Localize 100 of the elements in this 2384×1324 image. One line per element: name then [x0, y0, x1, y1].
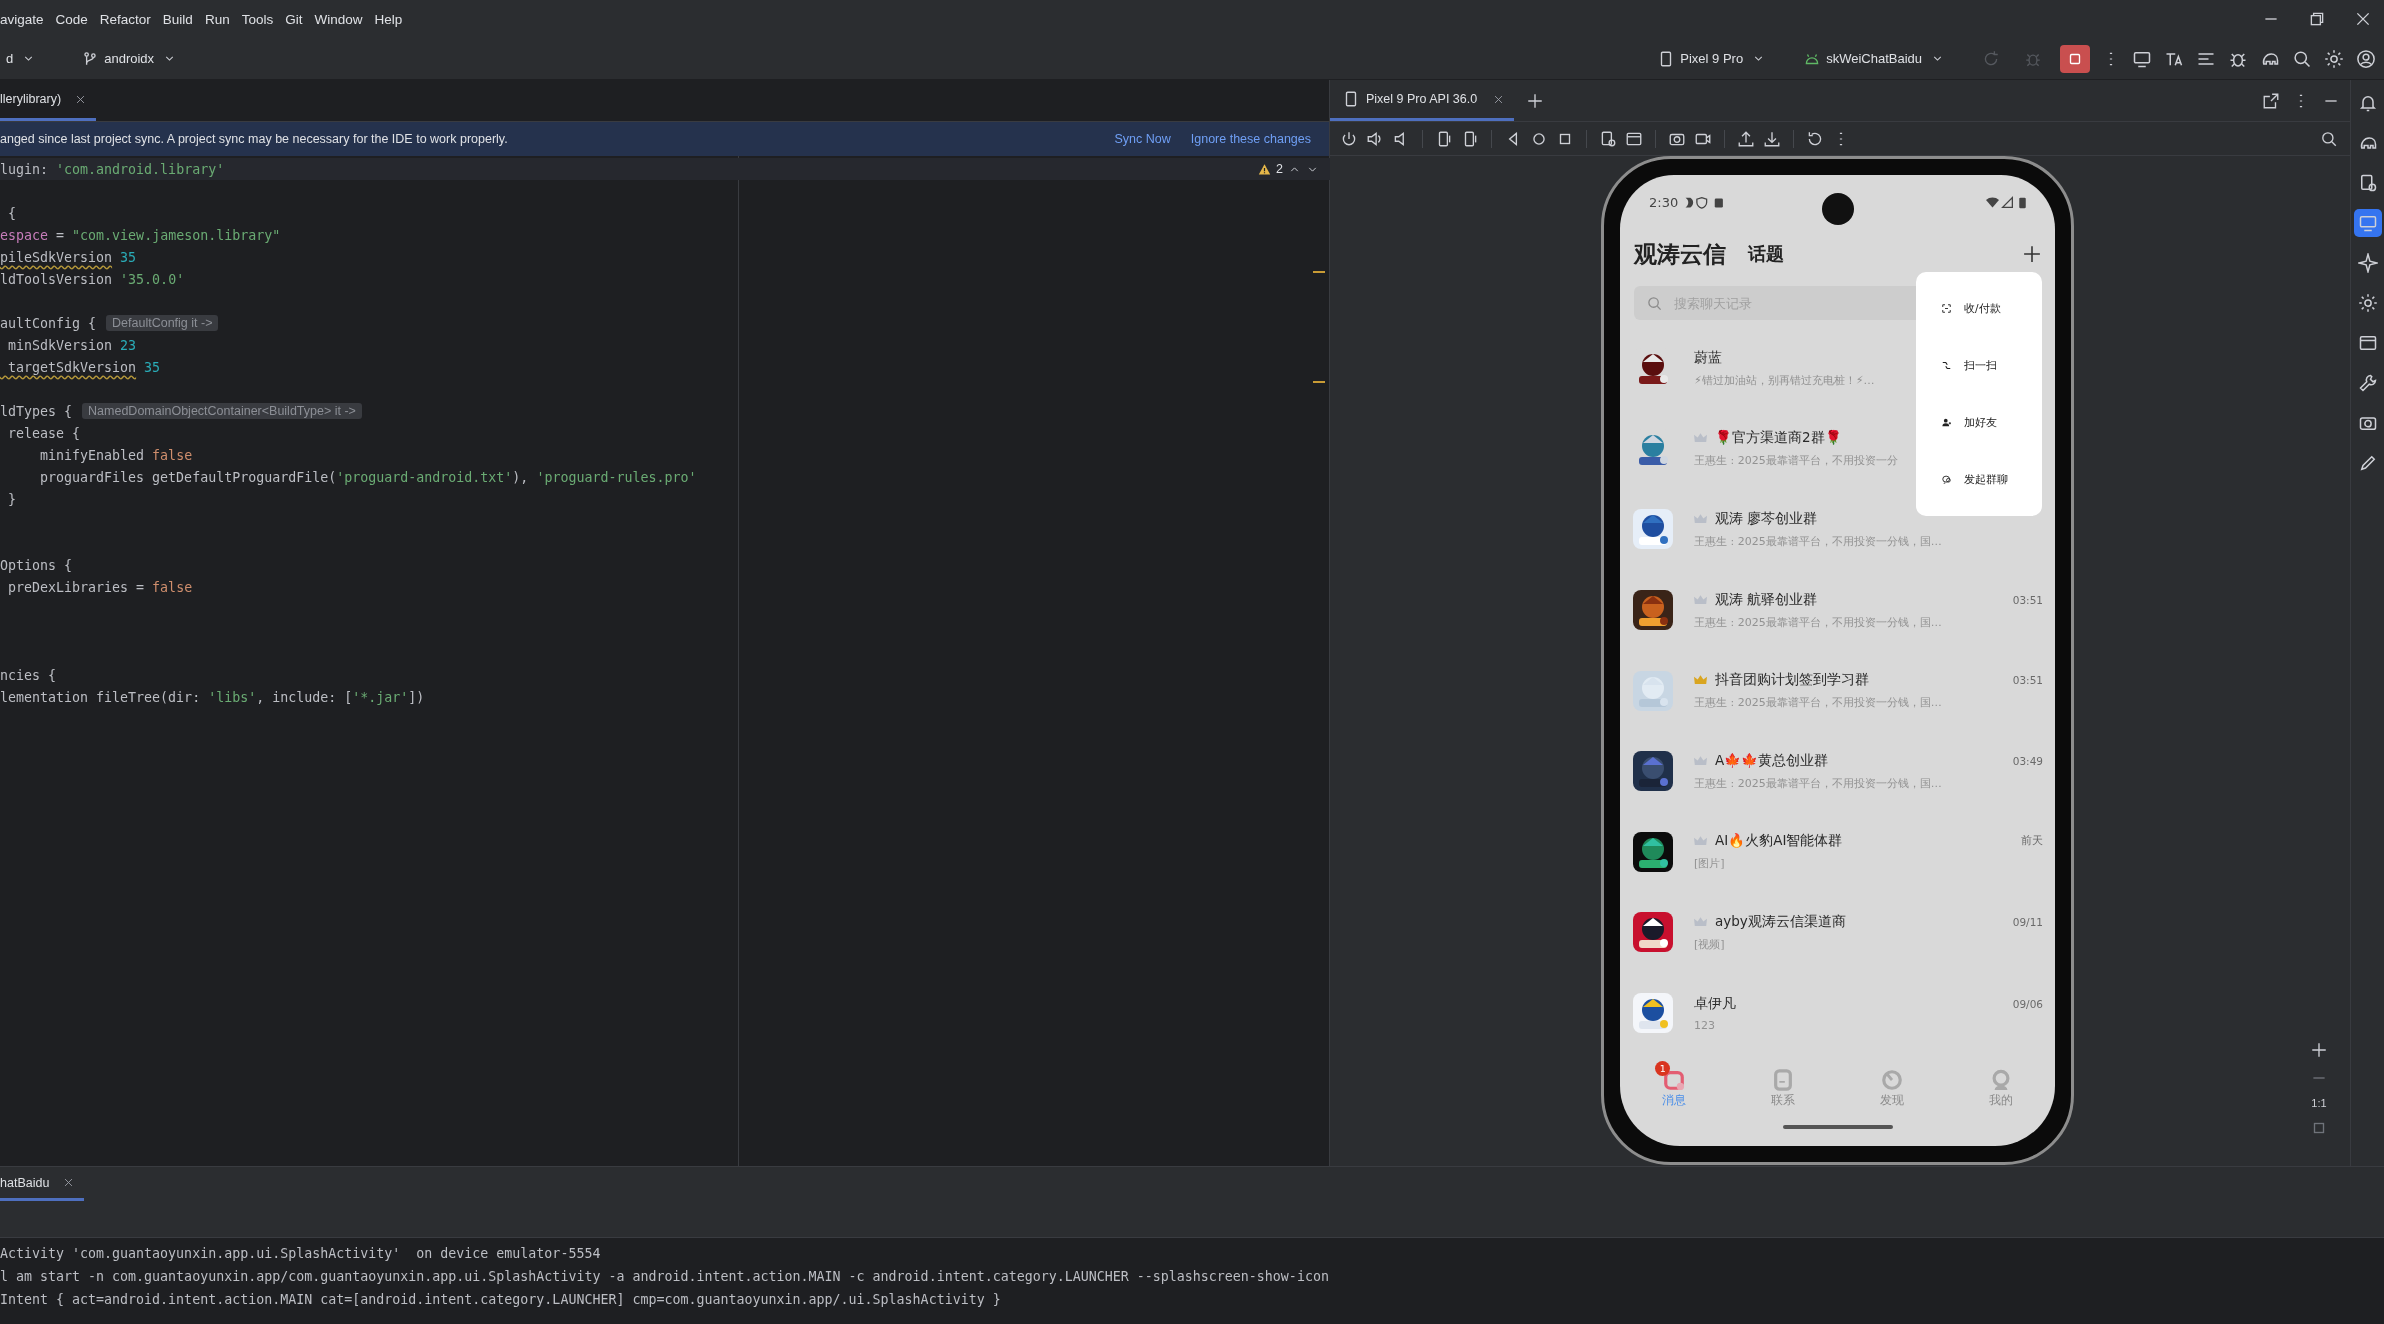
- menu-item[interactable]: Help: [368, 11, 409, 27]
- project-dropdown[interactable]: d: [0, 47, 42, 70]
- message-preview: [图片]: [1694, 856, 1726, 872]
- chat-name: A🍁🍁黄总创业群: [1715, 751, 1829, 770]
- settings-icon[interactable]: [2324, 48, 2344, 69]
- code-line: {: [7, 205, 16, 221]
- restore-icon[interactable]: [2308, 10, 2326, 28]
- inlay-hint: NamedDomainObjectContainer<BuildType> it ->: [82, 403, 362, 419]
- panel-icon: [2357, 333, 2378, 353]
- chat-name: 蔚蓝: [1694, 348, 1722, 367]
- contacts-icon: [1772, 1069, 1795, 1092]
- wrench-icon: [2357, 373, 2378, 393]
- warning-marker[interactable]: [1313, 381, 1325, 383]
- code-line: lementation fileTree(dir: 'libs', include: ['*.jar']): [0, 689, 425, 705]
- menu-item[interactable]: avigate: [0, 11, 50, 27]
- message-preview: 123: [1694, 1018, 1716, 1032]
- chat-name: AI🔥火豹AI智能体群: [1715, 832, 1843, 851]
- stop-button[interactable]: [2060, 44, 2090, 73]
- menu-label: 扫一扫: [1964, 358, 1997, 373]
- battery-icon: [2016, 195, 2029, 209]
- power-icon[interactable]: [1340, 129, 1358, 148]
- warning-marker[interactable]: [1313, 271, 1325, 273]
- code-line: ncies {: [0, 667, 57, 683]
- code-line: lugin: 'com.android.library': [0, 161, 225, 177]
- rerun-icon: [1982, 49, 2000, 68]
- topics-tab[interactable]: 话题: [1748, 242, 1784, 266]
- close-icon[interactable]: [1493, 93, 1505, 105]
- add-friend-icon: [1942, 418, 1951, 427]
- undo-icon[interactable]: [1806, 129, 1824, 148]
- inlay-hint: DefaultConfig it ->: [106, 315, 219, 331]
- gear-icon: [2357, 293, 2378, 313]
- group-chat-icon: [1942, 475, 1951, 484]
- menu-item[interactable]: Window: [308, 11, 369, 27]
- code-line: ldTypes {: [0, 403, 74, 419]
- warning-count: 2: [1276, 162, 1283, 176]
- add-icon[interactable]: [1526, 91, 1545, 110]
- signal-icon: [2001, 195, 2014, 209]
- chat-time: 09/11: [2012, 915, 2043, 928]
- phone-settings-icon[interactable]: [1599, 129, 1617, 148]
- menu-item[interactable]: Run: [198, 11, 236, 27]
- code-line: pileSdkVersion 35: [0, 249, 137, 265]
- code-line: targetSdkVersion 35: [7, 359, 161, 375]
- search-icon[interactable]: [2292, 48, 2312, 69]
- code-line: espace = "com.view.jameson.library": [0, 227, 281, 243]
- device-tab[interactable]: Pixel 9 Pro API 36.0: [1330, 80, 1515, 121]
- banner-link[interactable]: Ignore these changes: [1190, 132, 1311, 146]
- close-icon[interactable]: [2354, 10, 2372, 28]
- sparkle-icon: [2357, 253, 2378, 273]
- account-icon[interactable]: [2356, 48, 2376, 69]
- menu-item[interactable]: Code: [49, 11, 94, 27]
- actual-size-button[interactable]: 1:1: [2311, 1097, 2327, 1109]
- menu-item[interactable]: Build: [156, 11, 199, 27]
- device-dropdown[interactable]: Pixel 9 Pro: [1651, 45, 1772, 72]
- search-icon: [1647, 296, 1662, 311]
- menu-label: 发起群聊: [1964, 472, 2008, 487]
- external-icon[interactable]: [2262, 91, 2280, 110]
- menu-label: 收/付款: [1964, 301, 2001, 316]
- warning-icon: [1258, 162, 1272, 176]
- code-line: minifyEnabled false: [39, 447, 193, 463]
- code-line: ldToolsVersion '35.0.0': [0, 271, 185, 287]
- menu-item[interactable]: Refactor: [93, 11, 157, 27]
- code-line: minSdkVersion 23: [7, 337, 137, 353]
- wifi-icon: [1986, 195, 1999, 209]
- menu-item[interactable]: 扫一扫: [1916, 337, 2042, 394]
- screen-icon: [2357, 213, 2378, 233]
- console-line: Intent { act=android.intent.action.MAIN cat=[android.intent.category.LAUNCHER] cmp=com.guantaoyunxin.app/.ui.SplashActivity }: [0, 1291, 1002, 1309]
- chat-name: 抖音团购计划签到学习群: [1715, 671, 1869, 690]
- code-line: proguardFiles getDefaultProguardFile('proguard-android.txt'), 'proguard-rules.pro': [39, 469, 697, 485]
- add-icon[interactable]: [2023, 245, 2041, 263]
- menu-item[interactable]: Tools: [235, 11, 280, 27]
- home-indicator[interactable]: [1782, 1125, 1893, 1130]
- nav-tab[interactable]: 1 消息: [1620, 1059, 1729, 1109]
- chat-time: 09/06: [2012, 997, 2043, 1010]
- banner-link[interactable]: Sync Now: [1114, 132, 1171, 146]
- chat-icon: [1663, 1069, 1686, 1092]
- message-preview: [视频]: [1694, 936, 1726, 952]
- chat-name: 🌹官方渠道商2群🌹: [1715, 429, 1842, 448]
- zoom-in-icon[interactable]: [2310, 1041, 2328, 1059]
- branch-dropdown[interactable]: androidx: [75, 45, 183, 72]
- menu-item[interactable]: 发起群聊: [1916, 451, 2042, 508]
- payment-icon: [1942, 304, 1951, 313]
- run-config-dropdown[interactable]: skWeiChatBaidu: [1797, 45, 1950, 72]
- chat-time: 03:51: [2012, 674, 2043, 687]
- menu-item[interactable]: 加好友: [1916, 394, 2042, 451]
- chat-name: 卓伊凡: [1694, 994, 1736, 1013]
- menu-item[interactable]: Git: [279, 11, 309, 27]
- chat-time: 03:49: [2012, 754, 2043, 767]
- console-line: Activity 'com.guantaoyunxin.app.ui.SplashActivity' on device emulator-5554: [0, 1245, 602, 1263]
- code-line: Options {: [0, 557, 73, 573]
- upload-icon[interactable]: [1737, 129, 1755, 148]
- close-icon[interactable]: [75, 93, 87, 105]
- code-line: release {: [7, 425, 81, 441]
- chat-name: 观涛 廖芩创业群: [1715, 510, 1818, 528]
- code-line: preDexLibraries = false: [7, 579, 193, 595]
- close-icon[interactable]: [63, 1177, 75, 1188]
- zoom-window-icon[interactable]: [2320, 129, 2338, 148]
- download-icon[interactable]: [1763, 129, 1781, 148]
- code-line: }: [7, 491, 16, 507]
- tool-window-button[interactable]: [2353, 209, 2382, 237]
- camera-hole: [1822, 193, 1854, 225]
